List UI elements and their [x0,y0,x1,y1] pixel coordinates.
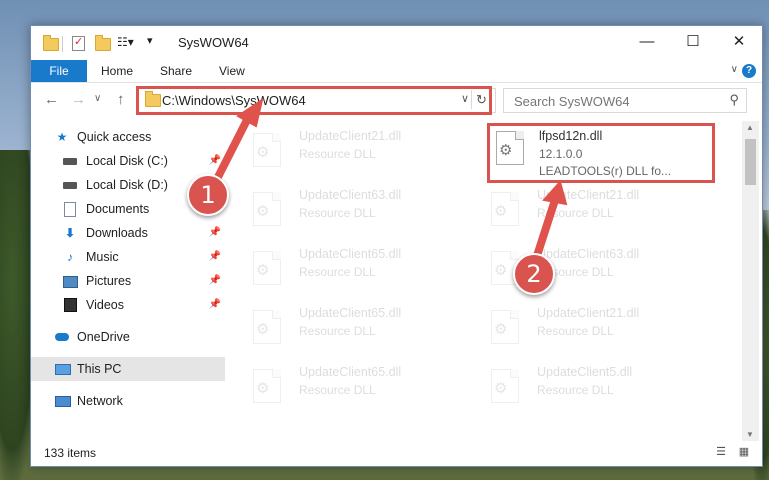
step-marker-2: 2 [513,253,555,295]
step-marker-1: 1 [187,174,229,216]
arrow-2-head [542,179,568,206]
annotation-arrows [211,97,568,266]
arrow-1-shaft [211,114,252,187]
